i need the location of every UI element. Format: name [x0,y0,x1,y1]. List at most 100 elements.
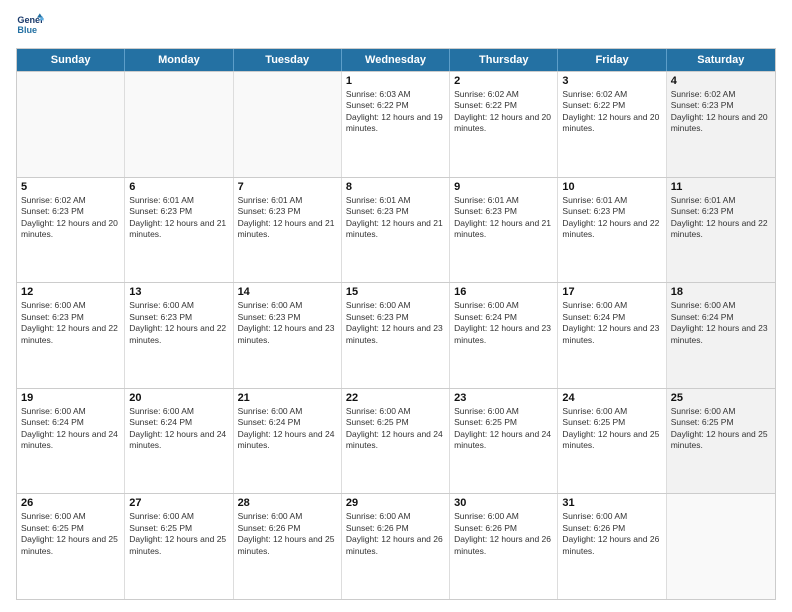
calendar-cell-4: 4 Sunrise: 6:02 AM Sunset: 6:23 PM Daylig… [667,72,775,177]
logo: General Blue [16,12,44,40]
calendar-row-2: 12 Sunrise: 6:00 AM Sunset: 6:23 PM Dayli… [17,282,775,388]
cell-info: Sunrise: 6:02 AM Sunset: 6:22 PM Dayligh… [562,89,661,135]
calendar-cell-3: 3 Sunrise: 6:02 AM Sunset: 6:22 PM Daylig… [558,72,666,177]
day-number: 25 [671,392,771,404]
day-number: 28 [238,497,337,509]
calendar-cell-31: 31Sunrise: 6:00 AM Sunset: 6:26 PM Dayli… [558,494,666,599]
day-number: 10 [562,181,661,193]
cell-info: Sunrise: 6:00 AM Sunset: 6:26 PM Dayligh… [346,511,445,557]
calendar-cell-19: 19 Sunrise: 6:00 AM Sunset: 6:24 PM Dayli… [17,389,125,494]
day-number: 3 [562,75,661,87]
cell-info: Sunrise: 6:01 AM Sunset: 6:23 PM Dayligh… [346,195,445,241]
calendar-cell-empty-0-0 [17,72,125,177]
calendar-cell-27: 27 Sunrise: 6:00 AM Sunset: 6:25 PM Dayli… [125,494,233,599]
calendar-header-monday: Monday [125,49,233,71]
cell-info: Sunrise: 6:00 AM Sunset: 6:24 PM Dayligh… [454,300,553,346]
calendar-header-thursday: Thursday [450,49,558,71]
calendar-cell-15: 15 Sunrise: 6:00 AM Sunset: 6:23 PM Dayli… [342,283,450,388]
day-number: 12 [21,286,120,298]
day-number: 27 [129,497,228,509]
calendar-cell-1: 1 Sunrise: 6:03 AM Sunset: 6:22 PM Daylig… [342,72,450,177]
calendar-cell-29: 29 Sunrise: 6:00 AM Sunset: 6:26 PM Dayli… [342,494,450,599]
calendar-cell-23: 23Sunrise: 6:00 AM Sunset: 6:25 PM Dayli… [450,389,558,494]
calendar-header-sunday: Sunday [17,49,125,71]
calendar-body: 1 Sunrise: 6:03 AM Sunset: 6:22 PM Daylig… [17,71,775,599]
calendar-cell-28: 28 Sunrise: 6:00 AM Sunset: 6:26 PM Dayli… [234,494,342,599]
day-number: 2 [454,75,553,87]
day-number: 9 [454,181,553,193]
calendar-header-tuesday: Tuesday [234,49,342,71]
day-number: 17 [562,286,661,298]
calendar-header-saturday: Saturday [667,49,775,71]
calendar-cell-30: 30 Sunrise: 6:00 AM Sunset: 6:26 PM Dayli… [450,494,558,599]
day-number: 20 [129,392,228,404]
calendar-cell-2: 2 Sunrise: 6:02 AM Sunset: 6:22 PM Daylig… [450,72,558,177]
cell-info: Sunrise: 6:01 AM Sunset: 6:23 PM Dayligh… [129,195,228,241]
cell-info: Sunrise: 6:00 AM Sunset: 6:26 PM Dayligh… [562,511,661,557]
day-number: 24 [562,392,661,404]
cell-info: Sunrise: 6:00 AM Sunset: 6:24 PM Dayligh… [129,406,228,452]
calendar-cell-6: 6 Sunrise: 6:01 AM Sunset: 6:23 PM Daylig… [125,178,233,283]
cell-info: Sunrise: 6:00 AM Sunset: 6:25 PM Dayligh… [562,406,661,452]
header: General Blue [16,12,776,40]
cell-info: Sunrise: 6:00 AM Sunset: 6:24 PM Dayligh… [562,300,661,346]
day-number: 22 [346,392,445,404]
page: General Blue SundayMondayTuesdayWednesda… [0,0,792,612]
cell-info: Sunrise: 6:03 AM Sunset: 6:22 PM Dayligh… [346,89,445,135]
day-number: 29 [346,497,445,509]
day-number: 26 [21,497,120,509]
calendar-cell-empty-4-6 [667,494,775,599]
calendar-row-0: 1 Sunrise: 6:03 AM Sunset: 6:22 PM Daylig… [17,71,775,177]
calendar-row-1: 5 Sunrise: 6:02 AM Sunset: 6:23 PM Daylig… [17,177,775,283]
calendar-cell-14: 14Sunrise: 6:00 AM Sunset: 6:23 PM Dayli… [234,283,342,388]
day-number: 4 [671,75,771,87]
calendar-cell-26: 26 Sunrise: 6:00 AM Sunset: 6:25 PM Dayli… [17,494,125,599]
calendar-cell-20: 20 Sunrise: 6:00 AM Sunset: 6:24 PM Dayli… [125,389,233,494]
cell-info: Sunrise: 6:02 AM Sunset: 6:23 PM Dayligh… [671,89,771,135]
calendar-cell-25: 25 Sunrise: 6:00 AM Sunset: 6:25 PM Dayli… [667,389,775,494]
calendar-cell-5: 5 Sunrise: 6:02 AM Sunset: 6:23 PM Daylig… [17,178,125,283]
day-number: 8 [346,181,445,193]
day-number: 11 [671,181,771,193]
cell-info: Sunrise: 6:02 AM Sunset: 6:22 PM Dayligh… [454,89,553,135]
cell-info: Sunrise: 6:00 AM Sunset: 6:23 PM Dayligh… [21,300,120,346]
cell-info: Sunrise: 6:00 AM Sunset: 6:24 PM Dayligh… [21,406,120,452]
cell-info: Sunrise: 6:01 AM Sunset: 6:23 PM Dayligh… [671,195,771,241]
day-number: 30 [454,497,553,509]
day-number: 19 [21,392,120,404]
cell-info: Sunrise: 6:00 AM Sunset: 6:25 PM Dayligh… [671,406,771,452]
calendar-cell-empty-0-2 [234,72,342,177]
calendar-cell-16: 16Sunrise: 6:00 AM Sunset: 6:24 PM Dayli… [450,283,558,388]
calendar-header-row: SundayMondayTuesdayWednesdayThursdayFrid… [17,49,775,71]
calendar-cell-13: 13Sunrise: 6:00 AM Sunset: 6:23 PM Dayli… [125,283,233,388]
cell-info: Sunrise: 6:00 AM Sunset: 6:24 PM Dayligh… [671,300,771,346]
cell-info: Sunrise: 6:00 AM Sunset: 6:23 PM Dayligh… [346,300,445,346]
day-number: 6 [129,181,228,193]
calendar-cell-21: 21 Sunrise: 6:00 AM Sunset: 6:24 PM Dayli… [234,389,342,494]
cell-info: Sunrise: 6:01 AM Sunset: 6:23 PM Dayligh… [562,195,661,241]
day-number: 15 [346,286,445,298]
day-number: 21 [238,392,337,404]
cell-info: Sunrise: 6:00 AM Sunset: 6:26 PM Dayligh… [454,511,553,557]
calendar-cell-8: 8 Sunrise: 6:01 AM Sunset: 6:23 PM Daylig… [342,178,450,283]
cell-info: Sunrise: 6:01 AM Sunset: 6:23 PM Dayligh… [454,195,553,241]
cell-info: Sunrise: 6:00 AM Sunset: 6:25 PM Dayligh… [21,511,120,557]
calendar-row-4: 26 Sunrise: 6:00 AM Sunset: 6:25 PM Dayli… [17,493,775,599]
calendar-cell-18: 18Sunrise: 6:00 AM Sunset: 6:24 PM Dayli… [667,283,775,388]
cell-info: Sunrise: 6:00 AM Sunset: 6:23 PM Dayligh… [238,300,337,346]
cell-info: Sunrise: 6:00 AM Sunset: 6:25 PM Dayligh… [129,511,228,557]
calendar-cell-11: 11 Sunrise: 6:01 AM Sunset: 6:23 PM Dayli… [667,178,775,283]
day-number: 1 [346,75,445,87]
cell-info: Sunrise: 6:00 AM Sunset: 6:25 PM Dayligh… [346,406,445,452]
calendar-cell-7: 7Sunrise: 6:01 AM Sunset: 6:23 PM Daylig… [234,178,342,283]
cell-info: Sunrise: 6:00 AM Sunset: 6:24 PM Dayligh… [238,406,337,452]
calendar-cell-empty-0-1 [125,72,233,177]
day-number: 7 [238,181,337,193]
calendar-cell-12: 12 Sunrise: 6:00 AM Sunset: 6:23 PM Dayli… [17,283,125,388]
cell-info: Sunrise: 6:02 AM Sunset: 6:23 PM Dayligh… [21,195,120,241]
logo-icon: General Blue [16,12,44,40]
day-number: 5 [21,181,120,193]
cell-info: Sunrise: 6:00 AM Sunset: 6:26 PM Dayligh… [238,511,337,557]
calendar-cell-9: 9 Sunrise: 6:01 AM Sunset: 6:23 PM Daylig… [450,178,558,283]
calendar-cell-24: 24 Sunrise: 6:00 AM Sunset: 6:25 PM Dayli… [558,389,666,494]
